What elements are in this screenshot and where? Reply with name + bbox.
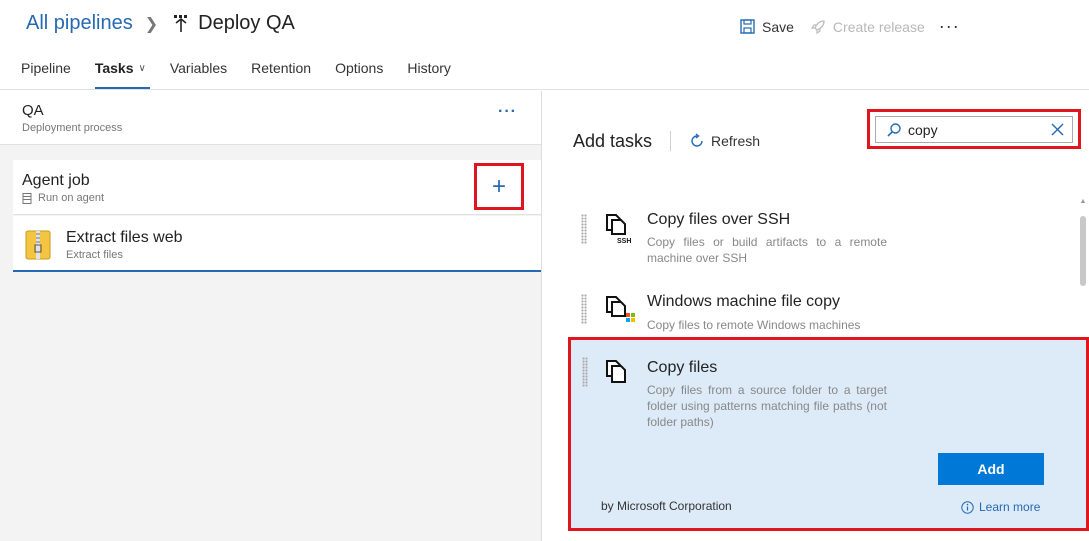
- more-actions-icon[interactable]: ···: [939, 16, 960, 37]
- task-subtitle: Extract files: [66, 249, 123, 261]
- chevron-down-icon: ∨: [138, 63, 146, 74]
- add-task-button[interactable]: +: [474, 163, 524, 210]
- release-pipeline-icon: [174, 14, 188, 32]
- drag-handle-icon[interactable]: [581, 294, 587, 324]
- rocket-icon: [810, 19, 825, 34]
- drag-handle-icon[interactable]: [581, 214, 587, 244]
- create-release-button[interactable]: Create release: [810, 19, 925, 35]
- list-item-copy-files[interactable]: Copy files Copy files from a source fold…: [571, 340, 1081, 528]
- agent-job[interactable]: Agent job Run on agent +: [13, 160, 541, 215]
- scroll-thumb[interactable]: [1080, 216, 1086, 286]
- info-icon: [961, 500, 974, 514]
- ssh-copy-icon: SSH: [606, 214, 631, 244]
- list-item-copy-files-over-ssh[interactable]: SSH Copy files over SSH Copy files or bu…: [570, 203, 1080, 283]
- tab-pipeline[interactable]: Pipeline: [21, 60, 71, 90]
- copy-files-icon: [606, 360, 626, 383]
- header: All pipelines ❯ Deploy QA Save Create re…: [0, 0, 1089, 90]
- task-name: Extract files web: [66, 229, 183, 246]
- stage-more-icon[interactable]: ···: [498, 103, 517, 121]
- agent-job-name: Agent job: [22, 172, 90, 189]
- refresh-label: Refresh: [711, 133, 761, 149]
- windows-copy-icon: [606, 296, 635, 322]
- tab-retention[interactable]: Retention: [251, 60, 311, 90]
- page-title: Deploy QA: [198, 12, 295, 34]
- scroll-up-icon[interactable]: ▲: [1079, 198, 1087, 206]
- add-button[interactable]: Add: [938, 453, 1044, 485]
- tab-label: History: [407, 60, 451, 76]
- plus-icon: +: [491, 172, 506, 200]
- tab-bar: Pipeline Tasks ∨ Variables Retention Opti…: [21, 60, 475, 90]
- task-title: Copy files: [647, 359, 718, 376]
- search-highlight: [867, 109, 1081, 149]
- tab-label: Tasks: [94, 60, 134, 76]
- stage-subtitle: Deployment process: [22, 122, 123, 134]
- tab-history[interactable]: History: [407, 60, 451, 90]
- server-icon: [22, 192, 32, 204]
- create-release-label: Create release: [832, 18, 925, 35]
- tab-options[interactable]: Options: [335, 60, 383, 90]
- refresh-button[interactable]: Refresh: [689, 133, 760, 149]
- drag-handle-icon[interactable]: [582, 357, 588, 387]
- list-item-windows-machine-file-copy[interactable]: Windows machine file copy Copy files to …: [570, 286, 1080, 336]
- save-icon: [740, 19, 755, 34]
- zip-archive-icon: [25, 230, 51, 260]
- stage-header[interactable]: QA Deployment process ···: [0, 91, 541, 145]
- add-tasks-title: Add tasks: [573, 131, 653, 151]
- publisher-label: by Microsoft Corporation: [601, 499, 732, 513]
- divider: [670, 131, 671, 151]
- tab-label: Options: [335, 60, 384, 76]
- learn-more-label: Learn more: [979, 500, 1041, 514]
- search-box: [875, 116, 1073, 143]
- task-title: Copy files over SSH: [647, 211, 791, 228]
- tab-tasks[interactable]: Tasks ∨: [94, 60, 150, 90]
- task-description: Copy files or build artifacts to a remot…: [647, 235, 887, 265]
- save-label: Save: [762, 18, 794, 35]
- learn-more-link[interactable]: Learn more: [961, 500, 1040, 514]
- save-button[interactable]: Save: [740, 19, 794, 35]
- tab-label: Pipeline: [21, 60, 71, 76]
- chevron-right-icon: ❯: [144, 15, 159, 33]
- stage-name: QA: [22, 102, 44, 119]
- all-pipelines-link[interactable]: All pipelines: [26, 12, 133, 35]
- task-description: Copy files to remote Windows machines: [647, 318, 861, 332]
- tab-label: Variables: [169, 60, 228, 76]
- svg-text:SSH: SSH: [617, 238, 631, 244]
- tab-variables[interactable]: Variables: [170, 60, 227, 90]
- clear-search-icon[interactable]: [1051, 123, 1064, 136]
- breadcrumb: All pipelines ❯ Deploy QA: [26, 12, 295, 35]
- process-pane: QA Deployment process ··· Agent job Run …: [0, 91, 542, 541]
- toolbar: Save Create release ···: [740, 16, 960, 37]
- task-extract-files[interactable]: Extract files web Extract files: [13, 216, 541, 272]
- search-input[interactable]: [908, 121, 1038, 138]
- tab-label: Retention: [251, 60, 312, 76]
- agent-job-subtitle-text: Run on agent: [38, 192, 105, 204]
- add-tasks-pane: Add tasks Refresh ▲: [543, 91, 1089, 541]
- search-icon: [887, 122, 901, 137]
- task-description: Copy files from a source folder to a tar…: [647, 383, 887, 429]
- task-title: Windows machine file copy: [647, 293, 840, 310]
- refresh-icon: [691, 133, 703, 147]
- release-pipeline-editor: All pipelines ❯ Deploy QA Save Create re…: [0, 0, 1089, 541]
- agent-job-subtitle: Run on agent: [22, 192, 104, 204]
